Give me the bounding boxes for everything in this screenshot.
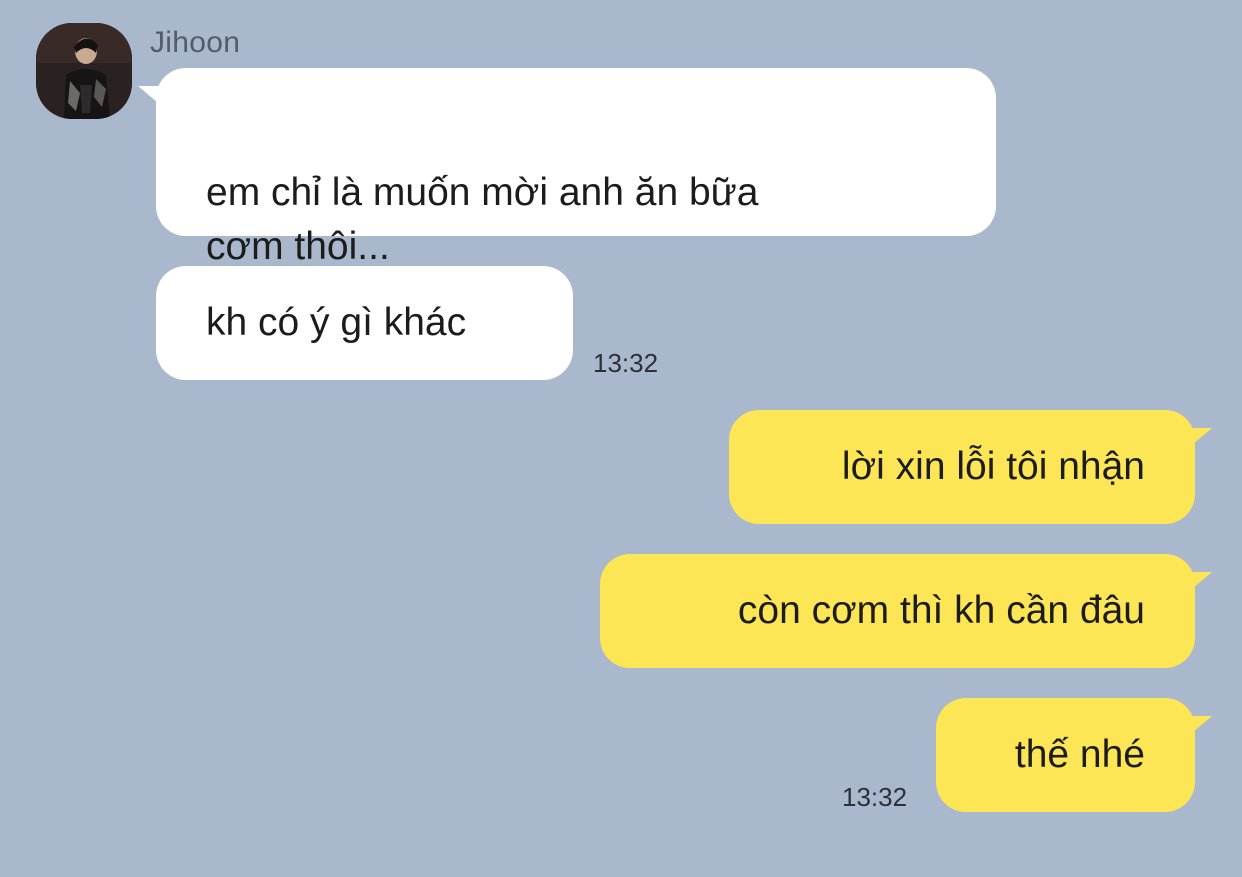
message-timestamp: 13:32 xyxy=(593,348,659,378)
outgoing-message[interactable]: lời xin lỗi tôi nhận xyxy=(729,410,1195,524)
sender-avatar[interactable] xyxy=(36,23,132,119)
outgoing-message[interactable]: thế nhé xyxy=(936,698,1195,812)
outgoing-bubble-tail xyxy=(1186,428,1212,450)
message-timestamp: 13:32 xyxy=(842,782,908,812)
message-text: thế nhé xyxy=(1014,733,1145,776)
outgoing-bubble-tail xyxy=(1186,716,1212,738)
message-text: em chỉ là muốn mời anh ăn bữa cơm thôi..… xyxy=(206,171,759,268)
incoming-message[interactable]: kh có ý gì khác xyxy=(156,266,573,380)
message-text: còn cơm thì kh cần đâu xyxy=(737,589,1145,632)
outgoing-bubble-tail xyxy=(1186,572,1212,594)
message-text: lời xin lỗi tôi nhận xyxy=(841,445,1145,488)
incoming-message[interactable]: em chỉ là muốn mời anh ăn bữa cơm thôi..… xyxy=(156,68,996,268)
avatar-photo-icon xyxy=(36,23,132,119)
sender-name: Jihoon xyxy=(150,26,241,59)
outgoing-message[interactable]: còn cơm thì kh cần đâu xyxy=(600,554,1195,668)
message-text: kh có ý gì khác xyxy=(206,301,467,344)
